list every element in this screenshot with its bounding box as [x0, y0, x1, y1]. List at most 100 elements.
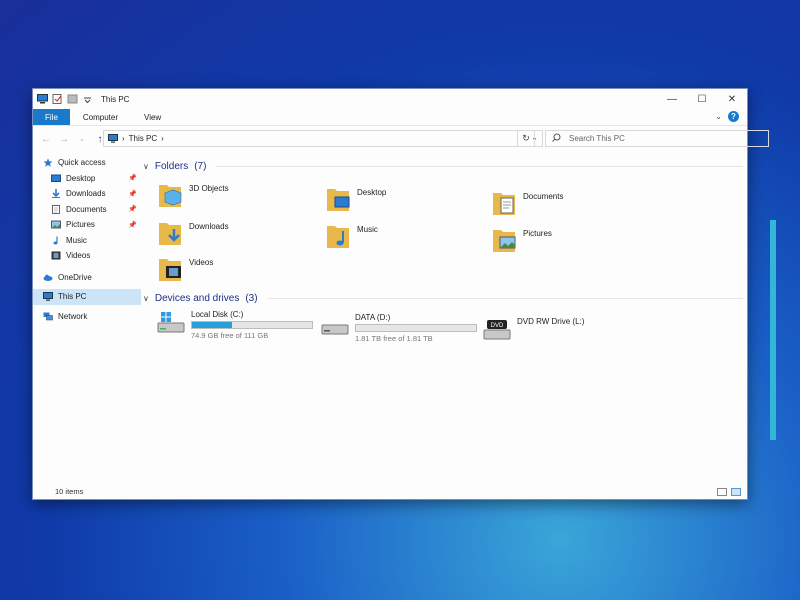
sidebar-item-this-pc[interactable]: This PC — [33, 289, 141, 305]
properties-icon[interactable] — [52, 94, 63, 104]
view-switcher — [717, 488, 741, 496]
search-box[interactable] — [545, 130, 769, 147]
folder-music[interactable]: Music — [325, 222, 378, 252]
tab-file[interactable]: File — [33, 109, 70, 125]
content-pane: ∨ Folders (7) 3D Objects Desktop Documen… — [143, 159, 743, 479]
sidebar-item-pictures[interactable]: Pictures 📌 — [33, 217, 141, 233]
sidebar-item-network[interactable]: Network — [33, 309, 141, 325]
sidebar-item-desktop[interactable]: Desktop 📌 — [33, 171, 141, 187]
drive-c-free-space: 74.9 GB free of 111 GB — [191, 331, 269, 340]
desktop-window-edge — [770, 220, 776, 440]
pin-icon[interactable]: 📌 — [128, 190, 137, 198]
drive-d-usage-bar — [355, 324, 477, 332]
folders-group-header[interactable]: ∨ Folders (7) — [143, 159, 743, 173]
pin-icon[interactable]: 📌 — [128, 205, 137, 213]
sidebar-item-onedrive[interactable]: OneDrive — [33, 270, 141, 286]
breadcrumb-this-pc[interactable]: This PC — [129, 134, 157, 143]
music-note-icon — [51, 236, 61, 245]
ribbon-tabs: File Computer View ⌄ ? — [33, 109, 747, 126]
dvd-drive-icon: DVD — [483, 320, 511, 340]
folder-pictures[interactable]: Pictures — [491, 226, 552, 256]
search-icon — [552, 133, 561, 144]
chevron-down-icon: ∨ — [143, 161, 149, 171]
expand-ribbon-icon[interactable]: ⌄ — [715, 112, 722, 121]
navigation-pane: Quick access Desktop 📌 Downloads 📌 Docum… — [33, 155, 141, 485]
drives-group-header[interactable]: ∨ Devices and drives (3) — [143, 291, 743, 305]
window-controls: — ☐ ✕ — [657, 89, 747, 109]
folders-count: (7) — [194, 160, 207, 172]
search-input[interactable] — [567, 133, 721, 144]
recent-locations-icon[interactable]: ⌄ — [75, 132, 89, 146]
navigation-bar: ← → ⌄ ↑ › This PC › ⌄ ↻ — [33, 126, 769, 152]
breadcrumb-separator: › — [122, 134, 125, 143]
3d-objects-folder-icon — [159, 185, 182, 207]
folder-3d-objects[interactable]: 3D Objects — [157, 181, 229, 211]
large-icons-view-icon[interactable] — [731, 488, 741, 496]
desktop-icon — [51, 174, 61, 183]
film-icon — [51, 251, 61, 260]
computer-icon — [37, 94, 48, 104]
refresh-button[interactable]: ↻ — [517, 130, 535, 147]
tab-view[interactable]: View — [131, 109, 174, 125]
drive-c-name: Local Disk (C:) — [191, 310, 244, 319]
cloud-icon — [43, 273, 53, 282]
folders-title: Folders — [154, 160, 189, 172]
file-explorer-window: This PC — ☐ ✕ File Computer View ⌄ ? ← →… — [32, 88, 769, 500]
drives-title: Devices and drives — [154, 292, 240, 304]
item-count: 10 items — [55, 486, 84, 496]
computer-icon — [43, 292, 53, 301]
computer-icon — [108, 134, 118, 143]
drive-l-name: DVD RW Drive (L:) — [517, 317, 585, 326]
windows-drive-icon — [157, 312, 185, 333]
window-title: This PC — [101, 94, 130, 104]
drive-d-free-space: 1.81 TB free of 1.81 TB — [355, 334, 433, 343]
sidebar-item-documents[interactable]: Documents 📌 — [33, 202, 141, 218]
sidebar-item-downloads[interactable]: Downloads 📌 — [33, 186, 141, 202]
dvd-badge: DVD — [491, 323, 504, 329]
folder-desktop[interactable]: Desktop — [325, 185, 386, 215]
pin-icon[interactable]: 📌 — [128, 174, 137, 182]
drive-l[interactable]: DVD DVD RW Drive (L:) — [483, 317, 584, 343]
sidebar-item-music[interactable]: Music — [33, 233, 141, 249]
breadcrumb-separator: › — [161, 134, 164, 143]
tab-computer[interactable]: Computer — [70, 109, 131, 125]
drive-d[interactable]: DATA (D:) 1.81 TB free of 1.81 TB — [321, 313, 477, 343]
customize-toolbar-icon[interactable] — [82, 94, 93, 104]
folder-downloads[interactable]: Downloads — [157, 219, 229, 249]
pictures-folder-icon — [493, 230, 516, 252]
downloads-folder-icon — [159, 223, 181, 245]
details-view-icon[interactable] — [717, 488, 727, 496]
title-bar: This PC — ☐ ✕ — [33, 89, 747, 109]
maximize-button[interactable]: ☐ — [687, 89, 717, 109]
new-folder-icon[interactable] — [67, 94, 78, 104]
drive-d-name: DATA (D:) — [355, 313, 391, 322]
minimize-button[interactable]: — — [657, 89, 687, 109]
quick-access-toolbar — [33, 94, 93, 104]
group-divider — [267, 297, 743, 299]
help-icon[interactable]: ? — [728, 111, 739, 122]
forward-button[interactable]: → — [57, 132, 71, 146]
document-icon — [51, 204, 61, 214]
picture-icon — [51, 220, 61, 229]
documents-folder-icon — [493, 193, 515, 215]
drives-count: (3) — [245, 292, 258, 304]
close-button[interactable]: ✕ — [717, 89, 747, 109]
address-bar[interactable]: › This PC › ⌄ — [103, 130, 543, 147]
videos-folder-icon — [159, 259, 181, 281]
music-folder-icon — [327, 226, 349, 248]
hard-drive-icon — [321, 324, 349, 335]
sidebar-item-quick-access[interactable]: Quick access — [33, 155, 141, 171]
status-bar: 10 items — [33, 483, 747, 499]
folder-documents[interactable]: Documents — [491, 189, 563, 219]
folder-videos[interactable]: Videos — [157, 255, 213, 285]
chevron-down-icon: ∨ — [143, 293, 149, 303]
drive-c-usage-bar — [191, 321, 313, 329]
pin-icon[interactable]: 📌 — [128, 221, 137, 229]
network-icon — [43, 312, 53, 321]
drive-c[interactable]: Local Disk (C:) 74.9 GB free of 111 GB — [157, 310, 313, 340]
star-icon — [43, 158, 53, 167]
sidebar-item-videos[interactable]: Videos — [33, 248, 141, 264]
ribbon-right-controls: ⌄ ? — [715, 111, 739, 122]
back-button[interactable]: ← — [39, 132, 53, 146]
desktop-folder-icon — [327, 189, 350, 211]
